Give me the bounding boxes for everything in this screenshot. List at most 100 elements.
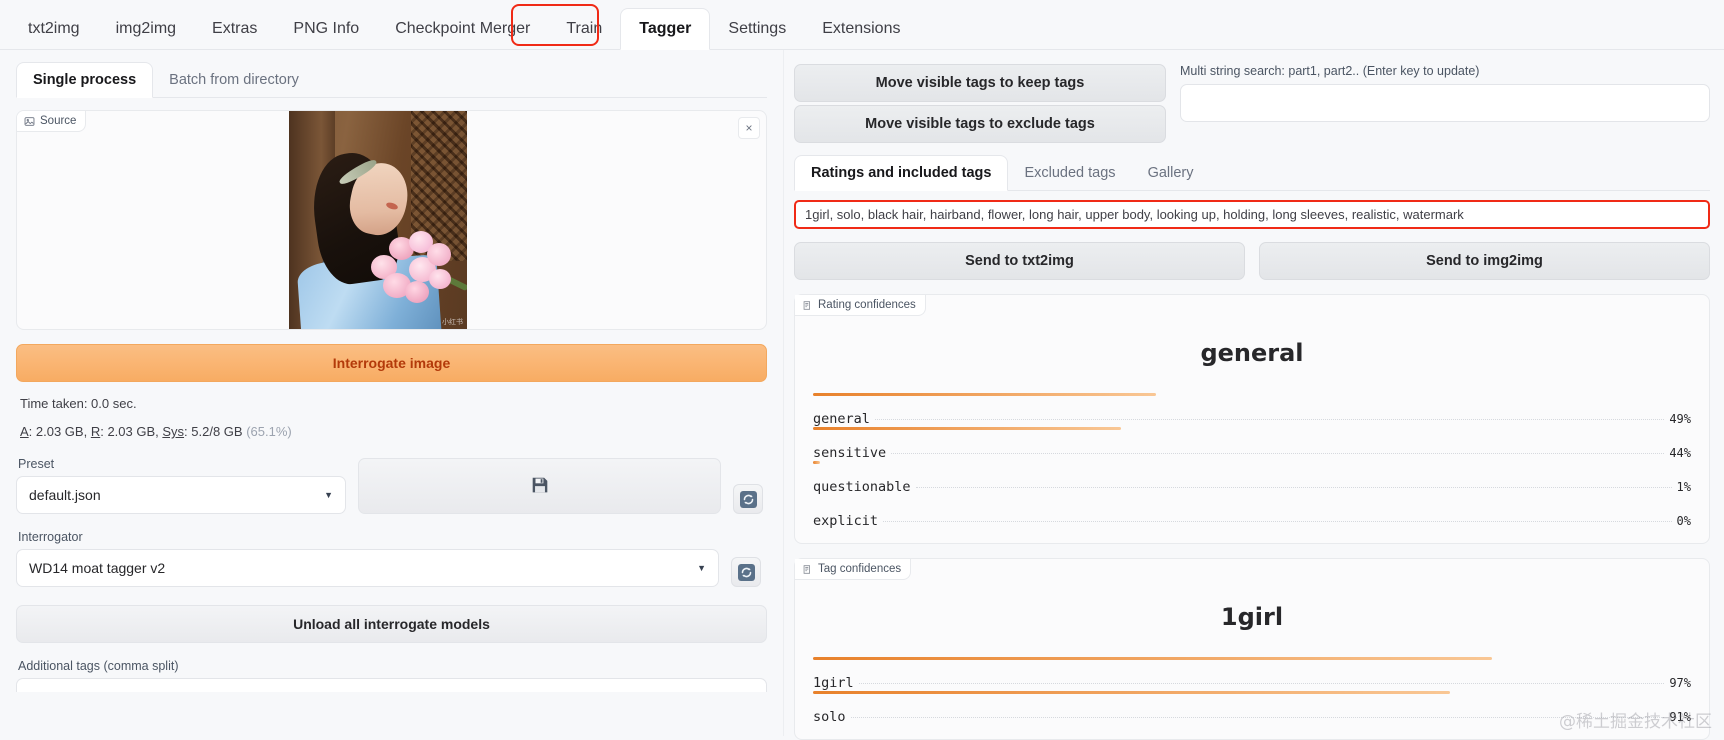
tag-confidences-badge: Tag confidences [795, 559, 912, 580]
source-image-panel[interactable]: Source × 小红书 [16, 110, 767, 330]
interrogator-field: Interrogator WD14 moat tagger v2 ▼ [16, 530, 719, 587]
confidence-row-label: 1girl [813, 675, 854, 691]
confidence-row: 1girl 97% [813, 657, 1691, 691]
right-tab-bar: Ratings and included tags Excluded tags … [794, 155, 1710, 191]
floppy-disk-icon [531, 476, 549, 497]
confidence-bar [813, 657, 1492, 660]
mem-a-value: : 2.03 GB, [28, 424, 91, 439]
leader-dots [858, 683, 1665, 684]
confidence-row-value: 49% [1669, 412, 1691, 426]
rating-chart-title: general [1200, 339, 1304, 367]
confidence-row-label: solo [813, 709, 846, 725]
photo-bouquet [369, 229, 461, 311]
interrogated-tags-textbox[interactable]: 1girl, solo, black hair, hairband, flowe… [794, 200, 1710, 229]
tab-img2img[interactable]: img2img [98, 21, 194, 49]
send-to-txt2img-button[interactable]: Send to txt2img [794, 242, 1245, 280]
main-content: Single process Batch from directory Sour… [0, 50, 1724, 740]
chart-icon [802, 564, 813, 575]
preset-row: Preset default.json ▼ [16, 457, 767, 514]
move-to-keep-tags-button[interactable]: Move visible tags to keep tags [794, 64, 1166, 102]
mem-pct: (65.1%) [246, 424, 292, 439]
tab-extras[interactable]: Extras [194, 21, 275, 49]
interrogate-image-button[interactable]: Interrogate image [16, 344, 767, 382]
confidence-bar [813, 461, 820, 464]
multi-string-search-label: Multi string search: part1, part2.. (Ent… [1180, 64, 1480, 78]
confidence-row-value: 91% [1669, 710, 1691, 724]
rating-confidences-badge: Rating confidences [795, 295, 926, 316]
confidence-row-label: sensitive [813, 445, 887, 461]
tab-extensions[interactable]: Extensions [804, 21, 918, 49]
move-to-exclude-tags-button[interactable]: Move visible tags to exclude tags [794, 105, 1166, 143]
tab-ratings-and-included-tags[interactable]: Ratings and included tags [794, 155, 1009, 191]
tab-single-process[interactable]: Single process [16, 62, 154, 98]
leader-dots [874, 419, 1665, 420]
left-panel: Single process Batch from directory Sour… [0, 50, 783, 736]
confidence-row-value: 0% [1676, 514, 1691, 528]
interrogated-tags-text: 1girl, solo, black hair, hairband, flowe… [805, 207, 1464, 222]
confidence-bar [813, 427, 1121, 430]
multi-string-search-input[interactable] [1180, 84, 1710, 122]
source-badge: Source [17, 111, 87, 132]
tab-gallery[interactable]: Gallery [1132, 165, 1210, 190]
unload-models-button[interactable]: Unload all interrogate models [16, 605, 767, 643]
refresh-icon [739, 490, 757, 508]
close-icon[interactable]: × [738, 117, 760, 139]
additional-tags-label: Additional tags (comma split) [18, 659, 179, 673]
tag-confidences-card: Tag confidences 1girl 1girl 97% solo 91% [794, 558, 1710, 740]
tab-settings[interactable]: Settings [710, 21, 804, 49]
leader-dots [891, 453, 1665, 454]
send-buttons-row: Send to txt2img Send to img2img [794, 242, 1710, 280]
additional-tags-input[interactable] [16, 678, 767, 692]
tab-png-info[interactable]: PNG Info [275, 21, 377, 49]
tab-excluded-tags[interactable]: Excluded tags [1008, 165, 1131, 190]
confidence-row-value: 44% [1669, 446, 1691, 460]
confidence-row: solo 91% [813, 691, 1691, 725]
interrogator-row: Interrogator WD14 moat tagger v2 ▼ [16, 530, 767, 587]
confidence-row: sensitive 44% [813, 427, 1691, 461]
tab-tagger[interactable]: Tagger [620, 8, 711, 50]
save-preset-button[interactable] [358, 458, 721, 514]
chevron-down-icon: ▼ [324, 490, 333, 500]
preset-field: Preset default.json ▼ [16, 457, 346, 514]
send-to-img2img-button[interactable]: Send to img2img [1259, 242, 1710, 280]
mem-sys-label: Sys [162, 424, 185, 439]
mem-r-label: R [90, 424, 101, 439]
confidence-row: explicit 0% [813, 495, 1691, 529]
tab-batch-from-directory[interactable]: Batch from directory [153, 72, 315, 97]
tag-confidences-badge-label: Tag confidences [818, 563, 902, 575]
preset-label: Preset [18, 457, 55, 471]
right-panel: Move visible tags to keep tags Move visi… [783, 50, 1724, 740]
mem-sys-value: : 5.2/8 GB [184, 424, 247, 439]
confidence-row-label: general [813, 411, 870, 427]
tab-txt2img[interactable]: txt2img [10, 21, 98, 49]
refresh-interrogator-icon-button[interactable] [731, 557, 761, 587]
source-badge-label: Source [40, 115, 77, 127]
move-tags-buttons: Move visible tags to keep tags Move visi… [794, 64, 1166, 143]
confidence-row-label: questionable [813, 479, 911, 495]
memory-stats-text: A: 2.03 GB, R: 2.03 GB, Sys: 5.2/8 GB (6… [20, 424, 767, 439]
image-icon [24, 116, 35, 127]
photo-inner-watermark: 小红书 [442, 319, 463, 326]
time-taken-text: Time taken: 0.0 sec. [20, 396, 137, 411]
leader-dots [883, 521, 1672, 522]
interrogator-select[interactable]: WD14 moat tagger v2 ▼ [16, 549, 719, 587]
rating-confidences-card: Rating confidences general general 49% sen… [794, 294, 1710, 544]
mem-r-value: : 2.03 GB, [100, 424, 163, 439]
refresh-preset-icon-button[interactable] [733, 484, 763, 514]
source-image-preview[interactable]: 小红书 [289, 111, 467, 329]
tab-checkpoint-merger[interactable]: Checkpoint Merger [377, 21, 548, 49]
preset-select[interactable]: default.json ▼ [16, 476, 346, 514]
rating-chart-rows: general 49% sensitive 44% questionable 1% expl… [813, 393, 1691, 529]
mem-a-label: A [20, 424, 29, 439]
top-actions-row: Move visible tags to keep tags Move visi… [794, 64, 1710, 143]
chevron-down-icon: ▼ [697, 563, 706, 573]
tab-train[interactable]: Train [548, 21, 620, 49]
leader-dots [915, 487, 1672, 488]
multi-string-search-field: Multi string search: part1, part2.. (Ent… [1180, 64, 1710, 143]
left-tab-bar: Single process Batch from directory [16, 62, 767, 98]
main-tab-bar: txt2img img2img Extras PNG Info Checkpoi… [0, 0, 1724, 50]
leader-dots [850, 717, 1665, 718]
confidence-bar [813, 691, 1450, 694]
interrogator-label: Interrogator [18, 530, 83, 544]
refresh-icon [737, 563, 755, 581]
